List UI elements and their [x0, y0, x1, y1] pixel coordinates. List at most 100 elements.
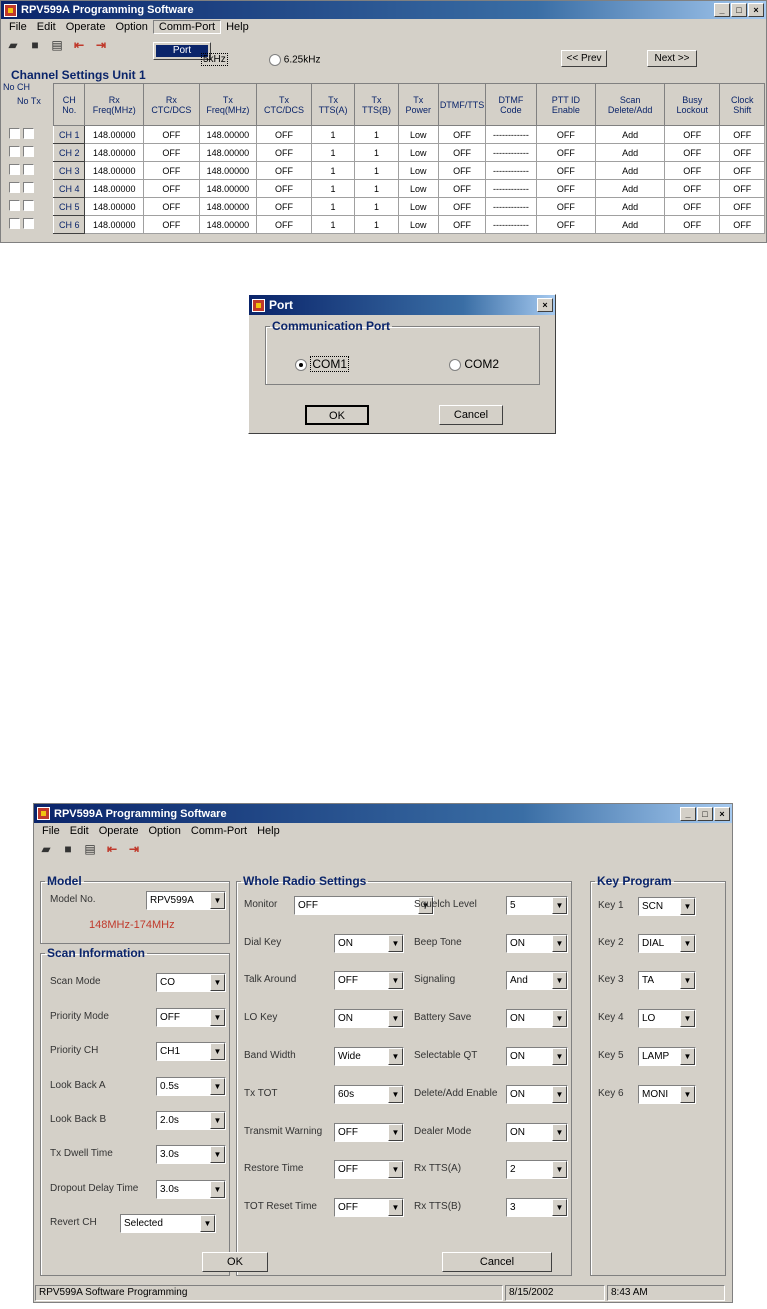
radio-setting-select[interactable]: OFF ▼	[334, 1198, 404, 1217]
scan-field-select[interactable]: 2.0s ▼	[156, 1111, 226, 1130]
radio-setting-select[interactable]: ON ▼	[506, 1009, 568, 1028]
port-close-button[interactable]: ×	[537, 298, 553, 312]
no-ch-checkbox[interactable]	[9, 145, 20, 157]
main-menu-help[interactable]: Help	[252, 825, 285, 837]
no-ch-checkbox[interactable]	[9, 163, 20, 175]
radio-setting-select[interactable]: OFF ▼	[334, 971, 404, 990]
chevron-down-icon[interactable]: ▼	[210, 974, 225, 991]
chevron-down-icon[interactable]: ▼	[552, 935, 567, 952]
table-cell[interactable]: 148.00000	[84, 143, 145, 162]
table-cell[interactable]: Add	[595, 197, 666, 216]
table-row[interactable]: CH 2 148.00000 OFF 148.00000 OFF 1 1 Low OFF ----…	[52, 143, 765, 162]
table-cell[interactable]: OFF	[256, 215, 312, 234]
main-read-radio-icon[interactable]: ⇤	[103, 840, 121, 858]
table-cell[interactable]: OFF	[719, 143, 765, 162]
channel-button[interactable]: CH 5	[52, 197, 86, 216]
table-cell[interactable]: 148.00000	[84, 125, 145, 144]
no-ch-checkbox[interactable]	[9, 181, 20, 193]
table-cell[interactable]: OFF	[719, 179, 765, 198]
table-row[interactable]: CH 6 148.00000 OFF 148.00000 OFF 1 1 Low OFF ----…	[52, 215, 765, 234]
radio-setting-select[interactable]: ON ▼	[506, 934, 568, 953]
chevron-down-icon[interactable]: ▼	[552, 1086, 567, 1103]
channel-button[interactable]: CH 3	[52, 161, 86, 180]
table-row[interactable]: CH 1 148.00000 OFF 148.00000 OFF 1 1 Low OFF ----…	[52, 125, 765, 144]
table-cell[interactable]: 148.00000	[198, 215, 258, 234]
table-cell[interactable]: OFF	[719, 197, 765, 216]
chevron-down-icon[interactable]: ▼	[210, 892, 225, 909]
table-cell[interactable]: OFF	[535, 161, 597, 180]
com1-option[interactable]: COM1	[295, 356, 350, 372]
chevron-down-icon[interactable]: ▼	[210, 1112, 225, 1129]
maximize-button[interactable]: □	[731, 3, 747, 17]
table-cell[interactable]: Add	[595, 215, 666, 234]
key-program-select[interactable]: SCN ▼	[638, 897, 696, 916]
table-cell[interactable]: OFF	[437, 161, 487, 180]
channel-button[interactable]: CH 1	[52, 125, 86, 144]
scan-field-select[interactable]: OFF ▼	[156, 1008, 226, 1027]
chevron-down-icon[interactable]: ▼	[388, 935, 403, 952]
radio-setting-select[interactable]: ON ▼	[506, 1047, 568, 1066]
table-cell[interactable]: OFF	[664, 161, 721, 180]
table-cell[interactable]: 148.00000	[198, 143, 258, 162]
table-cell[interactable]: 148.00000	[84, 215, 145, 234]
port-ok-button[interactable]: OK	[305, 405, 369, 425]
key-program-select[interactable]: LAMP ▼	[638, 1047, 696, 1066]
chevron-down-icon[interactable]: ▼	[552, 1010, 567, 1027]
prev-button[interactable]: << Prev	[561, 50, 607, 67]
open-folder-icon[interactable]: ▰	[4, 36, 22, 54]
print-icon[interactable]: ▤	[48, 36, 66, 54]
radio-setting-select[interactable]: OFF ▼	[334, 1160, 404, 1179]
table-cell[interactable]: OFF	[535, 179, 597, 198]
menu-help[interactable]: Help	[221, 21, 254, 33]
no-tx-checkbox[interactable]	[23, 181, 35, 193]
table-cell[interactable]: OFF	[143, 197, 200, 216]
table-cell[interactable]: ------------	[485, 215, 537, 234]
table-cell[interactable]: Low	[397, 179, 439, 198]
chevron-down-icon[interactable]: ▼	[680, 898, 695, 915]
write-radio-icon[interactable]: ⇥	[92, 36, 110, 54]
main-cancel-button[interactable]: Cancel	[442, 1252, 552, 1272]
radio-setting-select[interactable]: 3 ▼	[506, 1198, 568, 1217]
channel-button[interactable]: CH 4	[52, 179, 86, 198]
save-icon[interactable]: ■	[26, 36, 44, 54]
chevron-down-icon[interactable]: ▼	[210, 1009, 225, 1026]
table-cell[interactable]: 148.00000	[84, 197, 145, 216]
chevron-down-icon[interactable]: ▼	[388, 1048, 403, 1065]
table-cell[interactable]: Add	[595, 161, 666, 180]
chevron-down-icon[interactable]: ▼	[388, 1199, 403, 1216]
table-cell[interactable]: 1	[310, 143, 356, 162]
table-row[interactable]: CH 5 148.00000 OFF 148.00000 OFF 1 1 Low OFF ----…	[52, 197, 765, 216]
main-menu-file[interactable]: File	[37, 825, 65, 837]
com2-radio[interactable]	[449, 358, 461, 371]
chevron-down-icon[interactable]: ▼	[210, 1146, 225, 1163]
no-tx-checkbox[interactable]	[23, 163, 35, 175]
main-print-icon[interactable]: ▤	[81, 840, 99, 858]
radio-setting-select[interactable]: 60s ▼	[334, 1085, 404, 1104]
chevron-down-icon[interactable]: ▼	[210, 1181, 225, 1198]
chevron-down-icon[interactable]: ▼	[680, 1048, 695, 1065]
table-cell[interactable]: OFF	[256, 143, 312, 162]
table-cell[interactable]: OFF	[256, 161, 312, 180]
scan-field-select[interactable]: 3.0s ▼	[156, 1180, 226, 1199]
table-cell[interactable]: OFF	[664, 215, 721, 234]
table-cell[interactable]: OFF	[256, 125, 312, 144]
table-cell[interactable]: 1	[354, 161, 399, 180]
scan-field-select[interactable]: 0.5s ▼	[156, 1077, 226, 1096]
chevron-down-icon[interactable]: ▼	[388, 1161, 403, 1178]
scan-field-select[interactable]: Selected ▼	[120, 1214, 216, 1233]
table-cell[interactable]: 1	[354, 215, 399, 234]
radio-setting-select[interactable]: ON ▼	[506, 1123, 568, 1142]
key-program-select[interactable]: MONI ▼	[638, 1085, 696, 1104]
table-cell[interactable]: 148.00000	[84, 161, 145, 180]
key-program-select[interactable]: TA ▼	[638, 971, 696, 990]
no-ch-checkbox[interactable]	[9, 199, 20, 211]
read-radio-icon[interactable]: ⇤	[70, 36, 88, 54]
main-open-folder-icon[interactable]: ▰	[37, 840, 55, 858]
channel-button[interactable]: CH 2	[52, 143, 86, 162]
table-cell[interactable]: 1	[310, 179, 356, 198]
table-cell[interactable]: Low	[397, 143, 439, 162]
no-ch-checkbox[interactable]	[9, 127, 20, 139]
radio-setting-select[interactable]: 5 ▼	[506, 896, 568, 915]
table-cell[interactable]: 1	[354, 197, 399, 216]
step-partial-option[interactable]: 5kHz	[201, 53, 228, 66]
